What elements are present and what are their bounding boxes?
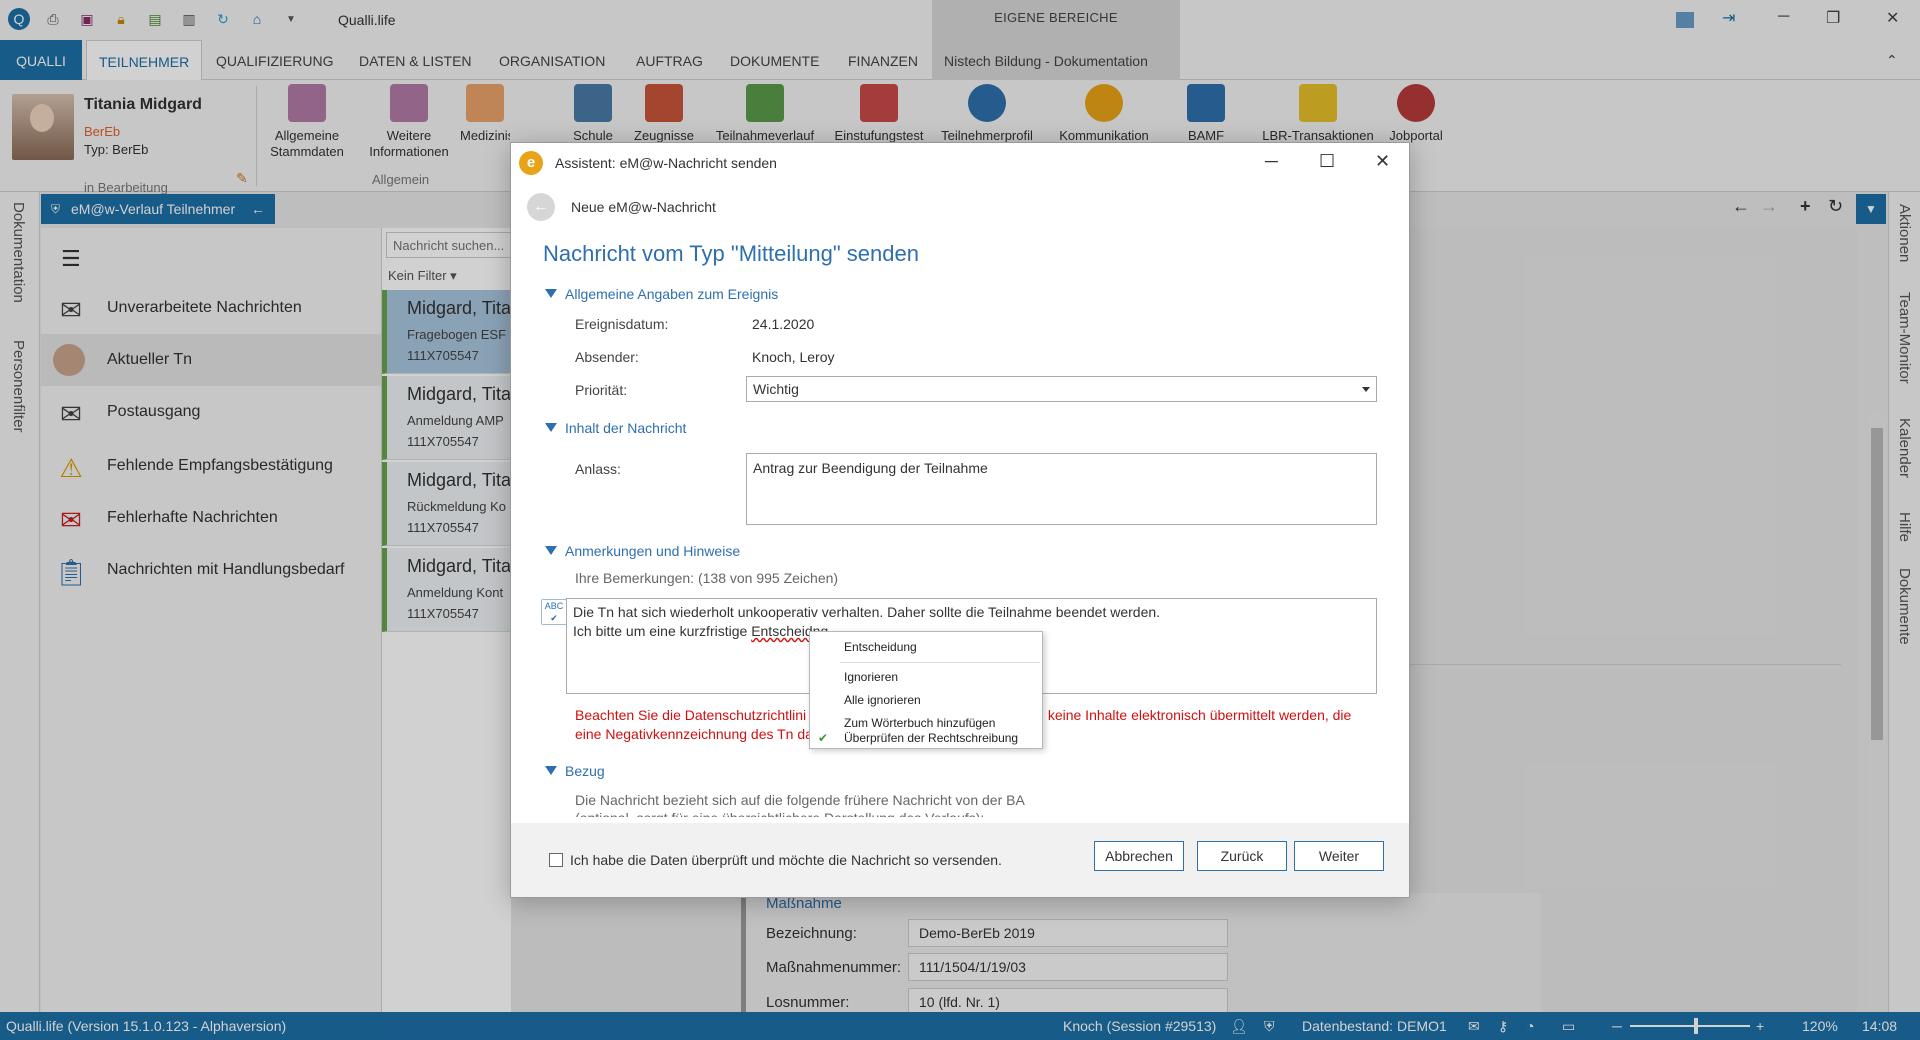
prioritaet-value: Wichtig	[753, 381, 799, 397]
collapse-triangle-icon	[545, 546, 557, 555]
anlass-field[interactable]: Antrag zur Beendigung der Teilnahme	[746, 453, 1377, 525]
dialog-titlebar: e Assistent: eM@w-Nachricht senden ─ ☐ ✕	[511, 143, 1409, 183]
ereignisdatum-value: 24.1.2020	[752, 316, 815, 332]
collapse-triangle-icon	[545, 423, 557, 432]
spellcheck-check-icon: ✔	[818, 731, 829, 745]
menu-separator	[840, 662, 1040, 663]
dialog-footer: Ich habe die Daten überprüft und möchte …	[511, 823, 1409, 897]
bezug-line: (optional, sorgt für eine übersichtliche…	[575, 809, 1025, 817]
section-title: Allgemeine Angaben zum Ereignis	[565, 286, 779, 302]
prioritaet-select[interactable]: Wichtig	[746, 376, 1377, 402]
confirm-label[interactable]: Ich habe die Daten überprüft und möchte …	[570, 852, 1002, 868]
section-allgemeine-angaben[interactable]: Allgemeine Angaben zum Ereignis	[545, 286, 778, 302]
dialog-close-icon[interactable]: ✕	[1375, 151, 1390, 172]
confirm-checkbox[interactable]	[549, 853, 563, 867]
section-bezug[interactable]: Bezug	[545, 763, 605, 779]
collapse-triangle-icon	[545, 766, 557, 775]
absender-value: Knoch, Leroy	[752, 349, 835, 365]
chevron-down-icon	[1362, 387, 1370, 392]
back-arrow-icon[interactable]: ←	[527, 193, 555, 221]
bezug-description: Die Nachricht bezieht sich auf die folge…	[575, 791, 1025, 817]
emaw-logo-icon: e	[519, 151, 543, 175]
bemerkungen-counter: Ihre Bemerkungen: (138 von 995 Zeichen)	[575, 570, 839, 586]
add-dictionary-menu-item[interactable]: Zum Wörterbuch hinzufügen	[844, 716, 995, 730]
prioritaet-label: Priorität:	[575, 382, 628, 398]
send-message-dialog: e Assistent: eM@w-Nachricht senden ─ ☐ ✕…	[510, 142, 1410, 898]
check-spelling-menu-item[interactable]: Überprüfen der Rechtschreibung	[844, 731, 1018, 745]
section-title: Bezug	[565, 763, 605, 779]
next-button[interactable]: Weiter	[1294, 841, 1384, 871]
dialog-subtitle: Neue eM@w-Nachricht	[571, 199, 716, 215]
bemerkung-text: Ich bitte um eine kurzfristige	[573, 623, 752, 639]
collapse-triangle-icon	[545, 289, 557, 298]
dialog-maximize-icon[interactable]: ☐	[1319, 151, 1335, 172]
spellcheck-icon[interactable]: ABC ✔	[541, 599, 567, 625]
dialog-heading: Nachricht vom Typ "Mitteilung" senden	[543, 241, 919, 266]
spellcheck-context-menu: Entscheidung Ignorieren Alle ignorieren …	[809, 631, 1043, 749]
back-button[interactable]: Zurück	[1197, 841, 1287, 871]
ignore-all-menu-item[interactable]: Alle ignorieren	[844, 693, 921, 707]
anlass-label: Anlass:	[575, 461, 621, 477]
dialog-title: Assistent: eM@w-Nachricht senden	[555, 155, 777, 171]
absender-label: Absender:	[575, 349, 639, 365]
bemerkung-line: Die Tn hat sich wiederholt unkooperativ …	[573, 604, 1161, 620]
cancel-button[interactable]: Abbrechen	[1094, 841, 1184, 871]
suggestion-menu-item[interactable]: Entscheidung	[844, 640, 917, 654]
section-anmerkungen[interactable]: Anmerkungen und Hinweise	[545, 543, 740, 559]
ereignisdatum-label: Ereignisdatum:	[575, 316, 669, 332]
ignore-menu-item[interactable]: Ignorieren	[844, 670, 898, 684]
section-inhalt[interactable]: Inhalt der Nachricht	[545, 420, 686, 436]
bezug-line: Die Nachricht bezieht sich auf die folge…	[575, 792, 1025, 808]
warning-text: n keine Inhalte elektronisch übermittelt…	[1036, 707, 1352, 723]
dialog-minimize-icon[interactable]: ─	[1265, 151, 1278, 172]
section-title: Anmerkungen und Hinweise	[565, 543, 741, 559]
warning-text: Beachten Sie die Datenschutzrichtlini	[575, 707, 807, 723]
section-title: Inhalt der Nachricht	[565, 420, 687, 436]
